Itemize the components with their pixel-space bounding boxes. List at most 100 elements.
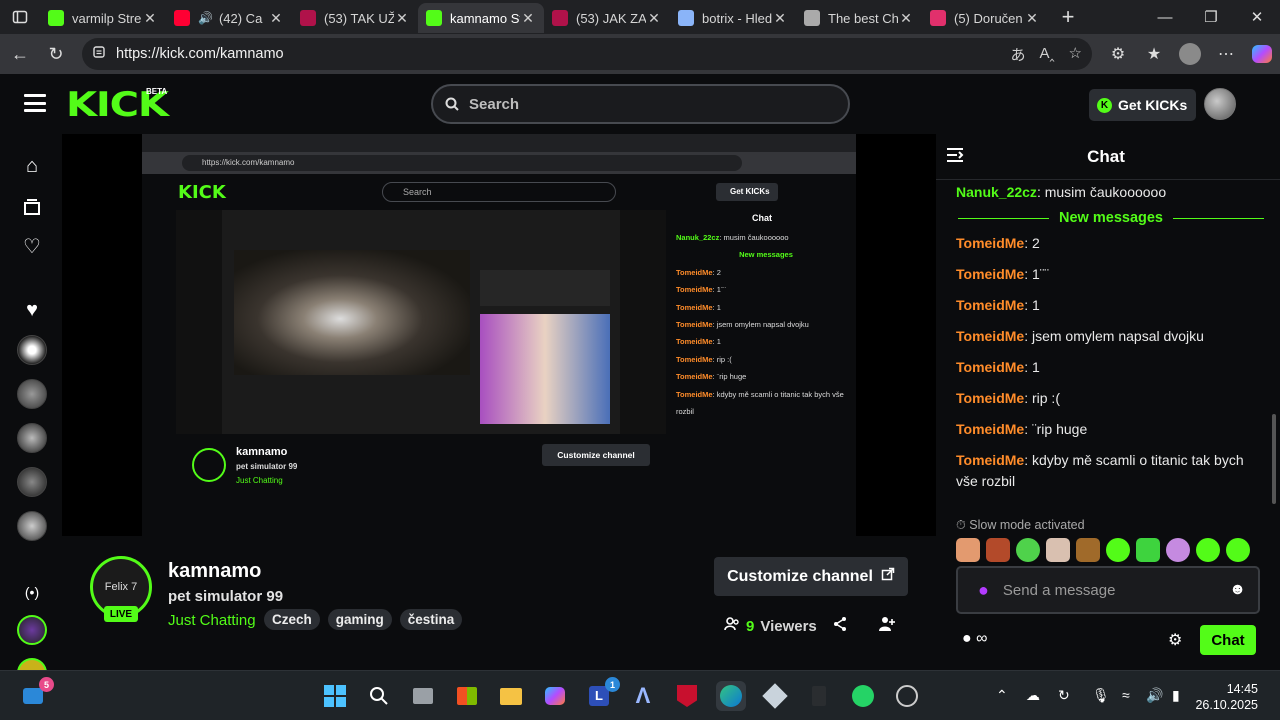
site-info-icon[interactable] bbox=[92, 45, 106, 64]
dark-app-icon[interactable] bbox=[804, 681, 834, 711]
tab-audio-icon[interactable]: 🔊 bbox=[198, 11, 213, 25]
browser-tab[interactable]: kamnamo St ✕ bbox=[418, 3, 544, 33]
translate-icon[interactable]: あ bbox=[1010, 44, 1025, 65]
followed-channel-avatar[interactable] bbox=[17, 423, 47, 453]
chat-username[interactable]: TomeidMe bbox=[956, 297, 1024, 313]
category-link[interactable]: Just Chatting bbox=[168, 612, 256, 629]
back-button[interactable]: ← bbox=[2, 36, 38, 72]
close-tab-icon[interactable]: ✕ bbox=[898, 10, 914, 27]
emote[interactable] bbox=[1046, 538, 1070, 562]
emote[interactable] bbox=[1226, 538, 1250, 562]
wifi-icon[interactable]: ≈ bbox=[1122, 687, 1130, 703]
close-window-button[interactable]: ✕ bbox=[1234, 0, 1280, 34]
browser-tab[interactable]: (53) TAK UŽ ✕ bbox=[292, 3, 418, 33]
manage-users-icon[interactable] bbox=[878, 616, 896, 637]
chat-username[interactable]: TomeidMe bbox=[956, 390, 1024, 406]
close-tab-icon[interactable]: ✕ bbox=[772, 10, 788, 27]
close-tab-icon[interactable]: ✕ bbox=[142, 10, 158, 27]
start-icon[interactable] bbox=[320, 681, 350, 711]
emote[interactable] bbox=[986, 538, 1010, 562]
chat-username[interactable]: TomeidMe bbox=[956, 266, 1024, 282]
tag-chip[interactable]: čestina bbox=[399, 609, 463, 630]
task-view-icon[interactable] bbox=[408, 681, 438, 711]
chat-username[interactable]: TomeidMe bbox=[956, 452, 1024, 468]
tag-chip[interactable]: gaming bbox=[327, 609, 392, 630]
customize-channel-button[interactable]: Customize channel bbox=[714, 557, 908, 596]
share-icon[interactable] bbox=[832, 616, 848, 637]
browser-tab[interactable]: (53) JAK ZAČ✕ bbox=[544, 3, 670, 33]
followed-channel-avatar[interactable] bbox=[17, 335, 47, 365]
snipping-icon[interactable] bbox=[760, 681, 790, 711]
chat-username[interactable]: TomeidMe bbox=[956, 359, 1024, 375]
tag-chip[interactable]: Czech bbox=[264, 609, 320, 630]
emote[interactable] bbox=[1166, 538, 1190, 562]
edge-icon[interactable] bbox=[716, 681, 746, 711]
followed-channel-avatar[interactable] bbox=[17, 511, 47, 541]
emote[interactable] bbox=[1196, 538, 1220, 562]
menu-icon[interactable] bbox=[24, 94, 46, 112]
notifications-icon[interactable]: 5 bbox=[18, 677, 54, 711]
profile-avatar[interactable] bbox=[1172, 43, 1208, 65]
followed-channel-avatar[interactable] bbox=[17, 467, 47, 497]
url-field[interactable]: https://kick.com/kamnamo あ A‸ ☆ bbox=[82, 38, 1092, 70]
more-menu-icon[interactable]: ⋯ bbox=[1208, 44, 1244, 64]
user-avatar[interactable] bbox=[1204, 88, 1236, 120]
chat-settings-icon[interactable]: ⚙ bbox=[1168, 630, 1182, 650]
browser-tab[interactable]: 🔊 (42) Ca ✕ bbox=[166, 3, 292, 33]
microphone-icon[interactable]: ● bbox=[978, 580, 989, 601]
emote[interactable] bbox=[1106, 538, 1130, 562]
browser-tab[interactable]: (5) Doručen ✕ bbox=[922, 3, 1048, 33]
search-icon[interactable] bbox=[364, 681, 394, 711]
read-aloud-icon[interactable]: A‸ bbox=[1039, 44, 1054, 65]
show-hidden-icons[interactable]: ⌃ bbox=[996, 687, 1008, 704]
close-tab-icon[interactable]: ✕ bbox=[1024, 10, 1040, 27]
browser-tab[interactable]: The best Ch ✕ bbox=[796, 3, 922, 33]
browser-tab[interactable]: botrix - Hled ✕ bbox=[670, 3, 796, 33]
close-tab-icon[interactable]: ✕ bbox=[394, 10, 410, 27]
kicks-balance[interactable]: ● ∞ bbox=[962, 630, 988, 648]
volume-icon[interactable]: 🔊 bbox=[1146, 687, 1163, 704]
close-tab-icon[interactable]: ✕ bbox=[268, 10, 284, 27]
close-tab-icon[interactable]: ✕ bbox=[520, 10, 536, 27]
emoji-icon[interactable]: ☻ bbox=[1229, 581, 1246, 599]
following-heart-icon[interactable]: ♡ bbox=[18, 232, 46, 260]
video-player[interactable]: https://kick.com/kamnamo KICK Search Get… bbox=[62, 134, 936, 536]
get-kicks-button[interactable]: K Get KICKs bbox=[1089, 89, 1196, 121]
chat-username[interactable]: Nanuk_22cz bbox=[956, 184, 1037, 200]
copilot-icon[interactable] bbox=[1244, 45, 1280, 63]
maximize-button[interactable]: ❐ bbox=[1188, 0, 1234, 34]
tray-app-icon[interactable]: ☁ bbox=[1026, 687, 1040, 704]
tray-sync-icon[interactable]: ↻ bbox=[1058, 687, 1070, 704]
chat-message-input[interactable]: ● Send a message ☻ bbox=[956, 566, 1260, 614]
send-chat-button[interactable]: Chat bbox=[1200, 625, 1256, 655]
antivirus-icon[interactable] bbox=[672, 681, 702, 711]
chat-username[interactable]: TomeidMe bbox=[956, 235, 1024, 251]
favorites-icon[interactable]: ★ bbox=[1136, 44, 1172, 64]
home-icon[interactable]: ⌂ bbox=[18, 152, 46, 180]
refresh-button[interactable]: ↻ bbox=[38, 36, 74, 72]
microphone-tray-icon[interactable]: 🎙 bbox=[1092, 687, 1110, 704]
store-icon[interactable] bbox=[452, 681, 482, 711]
search-input[interactable]: Search bbox=[431, 84, 850, 124]
emote[interactable] bbox=[1016, 538, 1040, 562]
chat-scrollbar[interactable] bbox=[1272, 414, 1276, 504]
minimize-button[interactable]: — bbox=[1142, 0, 1188, 34]
arc-icon[interactable]: Λ bbox=[628, 681, 658, 711]
favorite-star-icon[interactable]: ☆ bbox=[1069, 44, 1082, 65]
emote[interactable] bbox=[1136, 538, 1160, 562]
live-broadcast-icon[interactable]: (•) bbox=[18, 578, 46, 606]
emote[interactable] bbox=[956, 538, 980, 562]
chat-username[interactable]: TomeidMe bbox=[956, 421, 1024, 437]
whatsapp-icon[interactable] bbox=[848, 681, 878, 711]
emote[interactable] bbox=[1076, 538, 1100, 562]
teams-icon[interactable]: L 1 bbox=[584, 677, 620, 711]
browser-tab[interactable]: varmilp Stre ✕ bbox=[40, 3, 166, 33]
obs-icon[interactable] bbox=[892, 681, 922, 711]
extensions-icon[interactable]: ⚙ bbox=[1100, 44, 1136, 64]
new-tab-button[interactable]: + bbox=[1048, 4, 1088, 30]
battery-icon[interactable]: ▮ bbox=[1172, 687, 1180, 704]
followed-channel-avatar[interactable] bbox=[17, 379, 47, 409]
copilot-taskbar-icon[interactable] bbox=[540, 681, 570, 711]
file-explorer-icon[interactable] bbox=[496, 681, 526, 711]
live-channel-avatar[interactable] bbox=[17, 615, 47, 645]
